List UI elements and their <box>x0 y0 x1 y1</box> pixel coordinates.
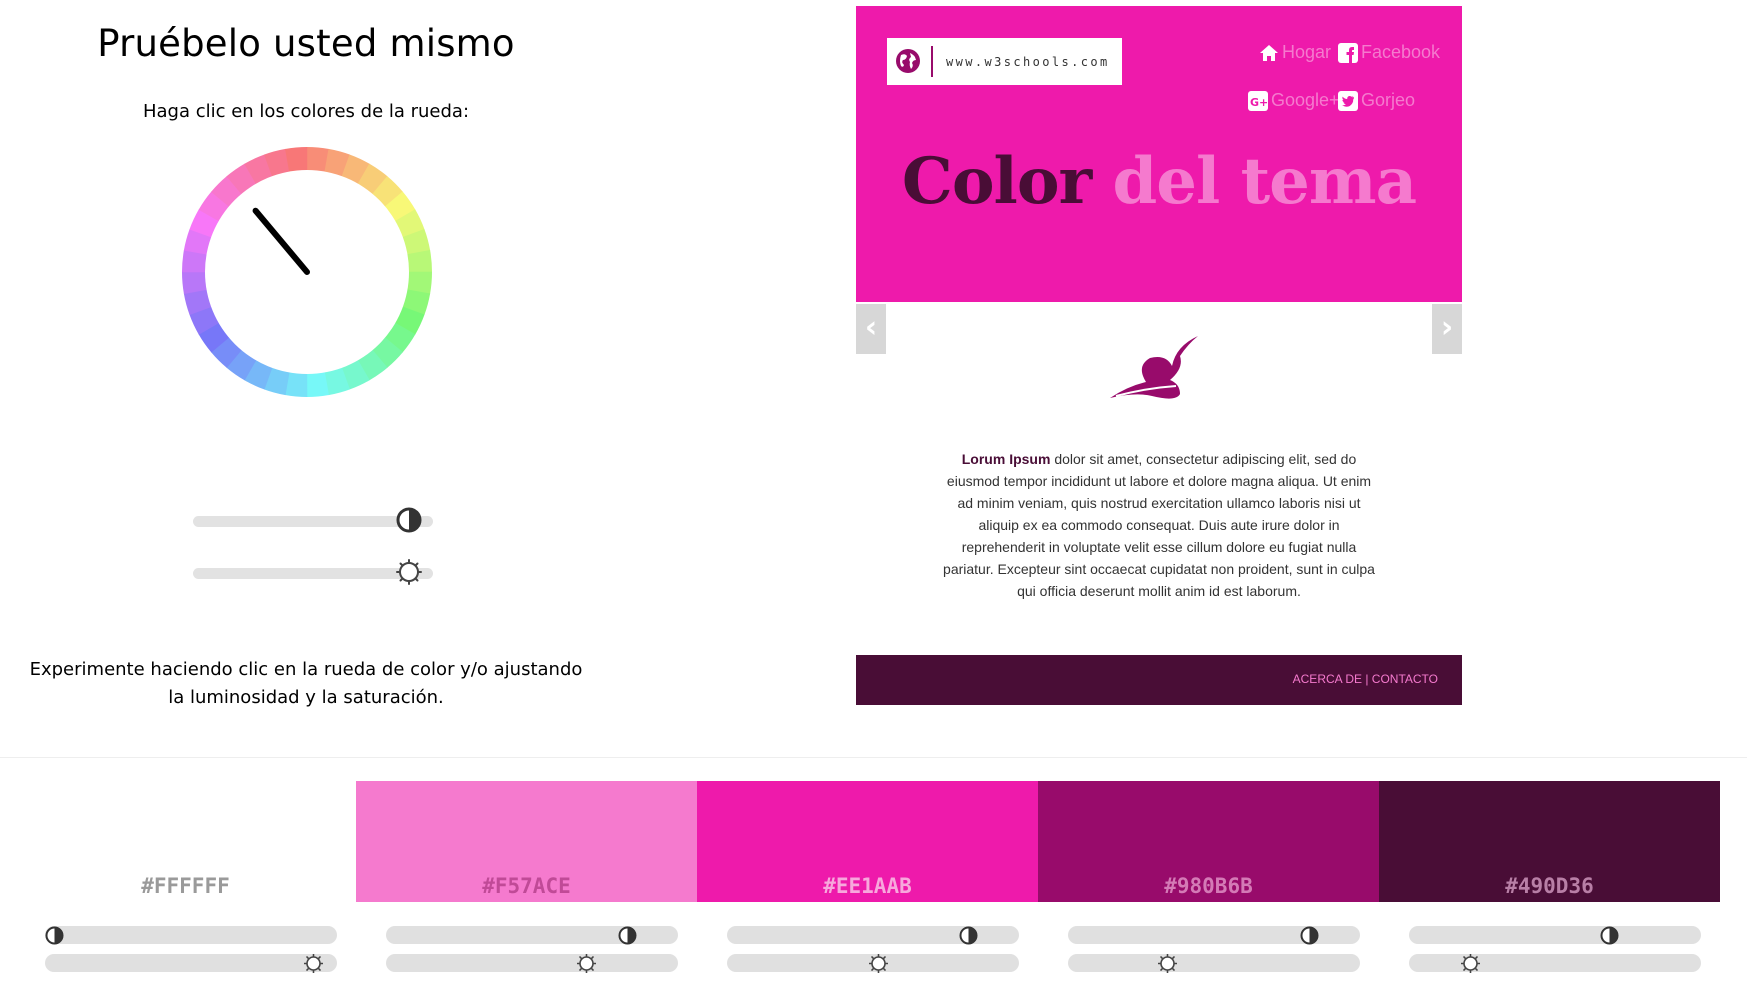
home-icon <box>1260 44 1278 61</box>
swatch-contrast-slider[interactable] <box>1409 926 1701 944</box>
lorem-paragraph: Lorum Ipsum dolor sit amet, consectetur … <box>926 448 1392 602</box>
page-title: Pruébelo usted mismo <box>97 22 515 65</box>
twitter-icon <box>1338 90 1358 111</box>
hero-banner: www.w3schools.com Hogar Facebook G+ Goog… <box>856 6 1462 302</box>
lorem-line: dolor sit amet, consectetur adipiscing e… <box>1054 451 1357 467</box>
lorem-line: eiusmod tempor incididunt ut labore et d… <box>946 473 1372 489</box>
swatch-brightness-slider[interactable] <box>386 954 678 972</box>
color-swatch[interactable]: #980B6B <box>1038 781 1379 902</box>
swatch-brightness-slider[interactable] <box>1068 954 1360 972</box>
url-text: www.w3schools.com <box>946 55 1110 69</box>
contrast-icon[interactable] <box>618 926 637 945</box>
hero-title-word2: del tema <box>1112 144 1418 219</box>
instructions-line: la luminosidad y la saturación. <box>168 687 444 708</box>
contrast-icon[interactable] <box>959 926 978 945</box>
contrast-icon[interactable] <box>1600 926 1619 945</box>
svg-text:G+: G+ <box>1250 96 1268 109</box>
nav-facebook-link[interactable]: Facebook <box>1338 42 1440 63</box>
hero-title: Color del tema <box>856 144 1462 219</box>
wheel-instruction: Haga clic en los colores de la rueda: <box>142 101 470 122</box>
lorem-line: reprehenderit in voluptate velit esse ci… <box>961 539 1357 555</box>
lorem-line: ad minim veniam, quis nostrud exercitati… <box>957 495 1361 511</box>
color-swatch[interactable]: #F57ACE <box>356 781 697 902</box>
brightness-icon[interactable] <box>577 954 597 973</box>
swatch-contrast-slider[interactable] <box>45 926 337 944</box>
lorem-line: pariatur. Excepteur sint occaecat cupida… <box>943 561 1375 577</box>
carousel-next-button[interactable]: › <box>1432 304 1462 354</box>
preview-footer: ACERCA DE | CONTACTO <box>856 655 1462 705</box>
brightness-icon[interactable] <box>304 954 324 973</box>
instructions-line: Experimente haciendo clic en la rueda de… <box>29 659 583 680</box>
globe-icon <box>896 49 920 73</box>
contrast-icon[interactable] <box>396 507 422 533</box>
nav-home-link[interactable]: Hogar <box>1259 42 1331 63</box>
brightness-icon[interactable] <box>868 954 888 973</box>
swatch-brightness-slider[interactable] <box>1409 954 1701 972</box>
facebook-icon <box>1338 42 1358 63</box>
lorem-line: aliquip ex ea commodo consequat. Duis au… <box>978 517 1340 533</box>
brightness-icon[interactable] <box>1460 954 1480 973</box>
lorem-line: qui officia deserunt mollit anim id est … <box>1017 583 1301 599</box>
footer-links[interactable]: ACERCA DE | CONTACTO <box>1293 672 1438 686</box>
brightness-icon[interactable] <box>396 559 423 585</box>
color-wheel[interactable] <box>180 145 434 399</box>
color-swatch[interactable]: #EE1AAB <box>697 781 1038 902</box>
lorem-bold: Lorum Ipsum <box>961 451 1051 467</box>
nav-google-link[interactable]: G+ Google+ <box>1248 90 1340 111</box>
url-separator <box>931 46 933 77</box>
theme-preview: www.w3schools.com Hogar Facebook G+ Goog… <box>856 6 1462 706</box>
hero-title-word1: Color <box>901 144 1092 219</box>
color-swatch[interactable]: #FFFFFF <box>15 781 356 902</box>
swatch-hex-label: #F57ACE <box>482 874 571 898</box>
instructions-text: Experimente haciendo clic en la rueda de… <box>20 656 592 712</box>
section-divider <box>0 757 1747 758</box>
url-bar[interactable]: www.w3schools.com <box>887 38 1122 85</box>
swatch-brightness-slider[interactable] <box>45 954 337 972</box>
swatch-hex-label: #FFFFFF <box>141 874 230 898</box>
nav-twitter-link[interactable]: Gorjeo <box>1338 90 1415 111</box>
swatch-hex-label: #490D36 <box>1505 874 1594 898</box>
nav-google-label: Google+ <box>1271 90 1340 110</box>
google-plus-icon: G+ <box>1248 90 1268 111</box>
feather-icon <box>1110 336 1198 399</box>
nav-facebook-label: Facebook <box>1361 42 1441 62</box>
contrast-icon[interactable] <box>45 926 64 945</box>
swatch-hex-label: #EE1AAB <box>823 874 912 898</box>
brightness-icon[interactable] <box>1158 954 1178 973</box>
nav-home-label: Hogar <box>1282 42 1332 62</box>
contrast-icon[interactable] <box>1300 926 1319 945</box>
swatch-hex-label: #980B6B <box>1164 874 1253 898</box>
color-swatch[interactable]: #490D36 <box>1379 781 1720 902</box>
carousel-prev-button[interactable]: ‹ <box>856 304 886 354</box>
nav-twitter-label: Gorjeo <box>1361 90 1416 110</box>
